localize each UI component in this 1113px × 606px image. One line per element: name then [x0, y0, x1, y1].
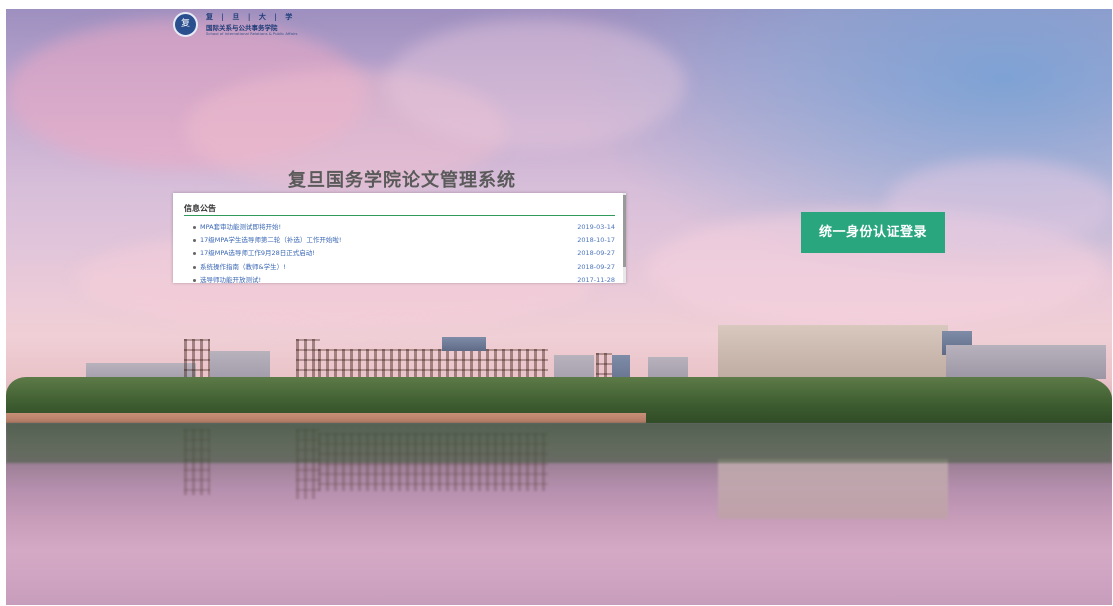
logo-english-name: School of International Relations & Publ… — [206, 31, 298, 36]
notice-item-date: 2018-10-17 — [577, 236, 615, 245]
notice-scrollbar[interactable] — [623, 193, 626, 283]
building — [442, 337, 486, 351]
lake — [6, 423, 1112, 605]
bullet-icon — [193, 226, 196, 229]
top-strip — [0, 0, 1113, 9]
cloud — [386, 19, 686, 149]
notice-scroll-thumb[interactable] — [623, 195, 626, 267]
bullet-icon — [193, 239, 196, 243]
logo-university-name: 复 | 旦 | 大 | 学 — [206, 12, 296, 21]
notice-item[interactable]: 选导师功能开放测试! 2017-11-28 — [191, 274, 615, 283]
bullet-icon — [193, 252, 196, 256]
notice-item[interactable]: 17级MPA选导师工作9月28日正式启动! 2018-09-27 — [191, 247, 615, 260]
notice-item-title[interactable]: 选导师功能开放测试! — [200, 274, 261, 283]
notice-header: 信息公告 — [184, 204, 216, 213]
bullet-icon — [193, 265, 196, 269]
unified-login-button[interactable]: 统一身份认证登录 — [801, 212, 945, 253]
building-right-reflection — [718, 459, 948, 519]
notice-item[interactable]: 17级MPA学生选导师第二轮（补选）工作开始啦! 2018-10-17 — [191, 234, 615, 247]
notice-item-date: 2017-11-28 — [577, 275, 615, 283]
school-logo[interactable]: 复 复 | 旦 | 大 | 学 国际关系与公共事务学院 School of In… — [170, 11, 320, 39]
campus-background-photo — [6, 9, 1112, 605]
system-title: 复旦国务学院论文管理系统 — [288, 170, 516, 191]
notice-panel[interactable]: 信息公告 MPA套审功能测试即将开始! 2019-03-14 17级MPA学生选… — [173, 193, 626, 283]
notice-item-title[interactable]: MPA套审功能测试即将开始! — [200, 221, 281, 234]
notice-item-date: 2019-03-14 — [577, 223, 615, 231]
notice-item[interactable]: MPA套审功能测试即将开始! 2019-03-14 — [191, 221, 615, 234]
notice-item-title[interactable]: 17级MPA学生选导师第二轮（补选）工作开始啦! — [200, 234, 341, 247]
notice-item[interactable]: 系统操作指南（教师&学生）! 2018-09-27 — [191, 261, 615, 274]
notice-item-title[interactable]: 系统操作指南（教师&学生）! — [200, 261, 286, 274]
fudan-emblem-icon: 复 — [173, 12, 198, 37]
treeline-reflection — [6, 423, 1112, 463]
notice-item-title[interactable]: 17级MPA选导师工作9月28日正式启动! — [200, 247, 315, 260]
bullet-icon — [193, 278, 196, 282]
notice-list: MPA套审功能测试即将开始! 2019-03-14 17级MPA学生选导师第二轮… — [191, 221, 615, 283]
notice-divider — [184, 215, 615, 216]
building — [946, 345, 1106, 379]
notice-item-date: 2018-09-27 — [577, 262, 615, 271]
page: 复 复 | 旦 | 大 | 学 国际关系与公共事务学院 School of In… — [0, 0, 1113, 606]
notice-item-date: 2018-09-27 — [577, 249, 615, 258]
